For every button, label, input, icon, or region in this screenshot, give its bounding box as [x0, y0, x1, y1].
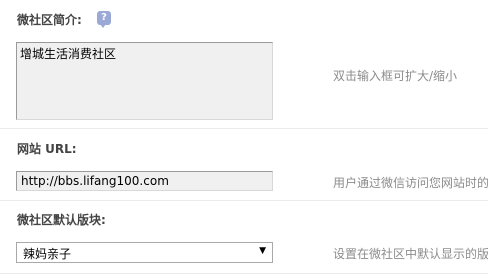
question-bubble-icon[interactable]: ?: [97, 11, 111, 28]
intro-hint: 双击输入框可扩大/缩小: [333, 69, 458, 83]
website-url-input[interactable]: [16, 171, 273, 191]
divider: [0, 200, 488, 201]
dropdown-arrow-icon: ▼: [259, 246, 266, 256]
website-hint: 用户通过微信访问您网站时的: [333, 176, 488, 190]
default-board-label: 微社区默认版块:: [17, 213, 106, 227]
intro-textarea[interactable]: 增城生活消费社区: [16, 42, 273, 120]
default-board-select[interactable]: 辣妈亲子 ▼: [16, 242, 273, 263]
intro-label: 微社区简介:: [17, 13, 82, 27]
default-board-selected-value: 辣妈亲子: [23, 247, 72, 261]
settings-form: 微社区简介: ? 增城生活消费社区 双击输入框可扩大/缩小 网站 URL: 用户…: [0, 0, 488, 276]
website-label: 网站 URL:: [17, 142, 77, 156]
divider: [0, 128, 488, 129]
divider: [0, 273, 488, 274]
default-board-hint: 设置在微社区中默认显示的版: [333, 247, 488, 261]
